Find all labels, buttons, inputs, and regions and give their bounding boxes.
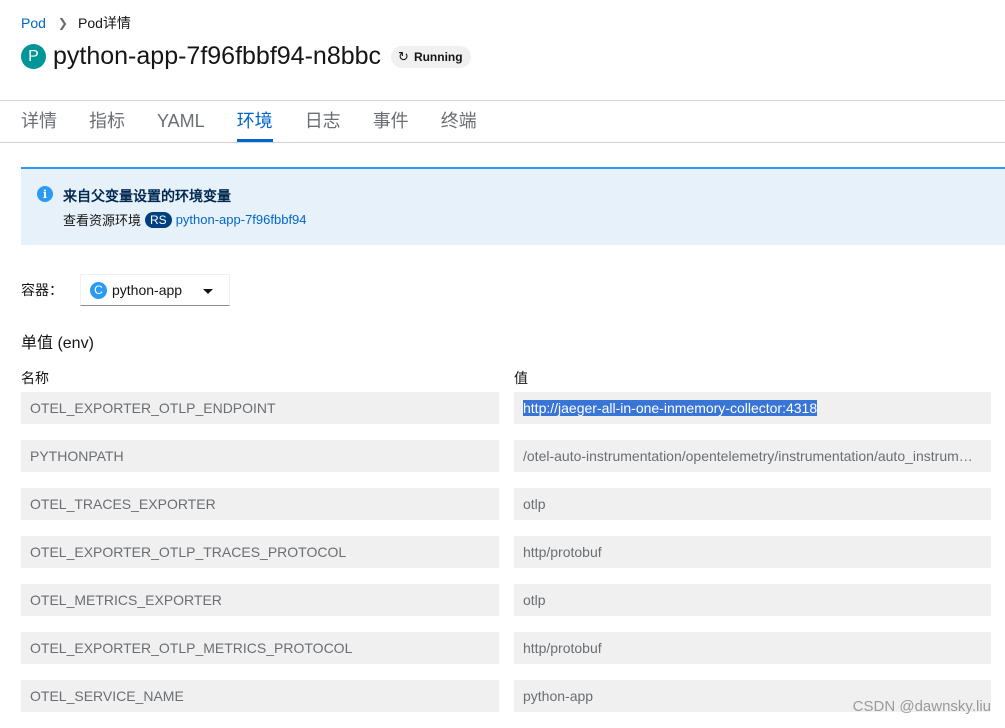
- page-header: P python-app-7f96fbbf94-n8bbc ↻ Running: [21, 42, 471, 71]
- sync-icon: ↻: [398, 48, 409, 64]
- tab-yaml[interactable]: YAML: [157, 101, 205, 141]
- pod-resource-badge: P: [21, 44, 46, 69]
- env-value-field[interactable]: /otel-auto-instrumentation/opentelemetry…: [514, 440, 991, 472]
- env-row: OTEL_EXPORTER_OTLP_ENDPOINT http://jaege…: [21, 392, 991, 424]
- status-badge: ↻ Running: [391, 45, 471, 68]
- env-name-field[interactable]: PYTHONPATH: [21, 440, 499, 472]
- container-selector-row: 容器： C python-app: [21, 274, 230, 306]
- env-row: PYTHONPATH /otel-auto-instrumentation/op…: [21, 440, 991, 472]
- breadcrumb: Pod ❯ Pod详情: [21, 13, 131, 33]
- env-name-field[interactable]: OTEL_SERVICE_NAME: [21, 680, 499, 712]
- info-icon: i: [37, 186, 53, 202]
- breadcrumb-link-pod[interactable]: Pod: [21, 15, 46, 31]
- column-header-name: 名称: [21, 370, 49, 386]
- env-row: OTEL_METRICS_EXPORTER otlp: [21, 584, 991, 616]
- env-value-field[interactable]: http/protobuf: [514, 536, 991, 568]
- env-row: OTEL_EXPORTER_OTLP_TRACES_PROTOCOL http/…: [21, 536, 991, 568]
- replicaset-link[interactable]: python-app-7f96fbbf94: [176, 212, 307, 227]
- env-value-field[interactable]: http://jaeger-all-in-one-inmemory-collec…: [514, 392, 991, 424]
- tab-details[interactable]: 详情: [21, 101, 57, 141]
- container-label: 容器：: [21, 282, 63, 298]
- chevron-right-icon: ❯: [57, 16, 68, 30]
- caret-down-icon: [203, 289, 213, 294]
- tab-events[interactable]: 事件: [373, 101, 409, 141]
- status-label: Running: [413, 49, 463, 64]
- env-name-field[interactable]: OTEL_EXPORTER_OTLP_TRACES_PROTOCOL: [21, 536, 499, 568]
- tabs-divider: [0, 142, 1005, 143]
- env-row: OTEL_EXPORTER_OTLP_METRICS_PROTOCOL http…: [21, 632, 991, 664]
- env-value-field[interactable]: otlp: [514, 584, 991, 616]
- container-badge: C: [90, 281, 107, 299]
- container-select[interactable]: C python-app: [80, 274, 230, 306]
- page-title: python-app-7f96fbbf94-n8bbc: [53, 42, 382, 70]
- env-list: OTEL_EXPORTER_OTLP_ENDPOINT http://jaege…: [21, 392, 991, 728]
- tab-environment[interactable]: 环境: [236, 101, 273, 142]
- section-title: 单值 (env): [21, 335, 94, 352]
- alert-body-text: 查看资源环境: [63, 213, 142, 228]
- env-name-field[interactable]: OTEL_METRICS_EXPORTER: [21, 584, 499, 616]
- alert-accent-bar: [21, 167, 1005, 169]
- tab-logs[interactable]: 日志: [305, 101, 341, 141]
- env-name-field[interactable]: OTEL_EXPORTER_OTLP_ENDPOINT: [21, 392, 499, 424]
- selected-text: http://jaeger-all-in-one-inmemory-collec…: [523, 400, 818, 416]
- alert-title: 来自父变量设置的环境变量: [63, 188, 231, 204]
- info-alert: i 来自父变量设置的环境变量 查看资源环境 RS python-app-7f96…: [21, 167, 1005, 245]
- tab-bar: 详情 指标 YAML 环境 日志 事件 终端: [21, 101, 509, 142]
- breadcrumb-current: Pod详情: [77, 15, 131, 31]
- column-header-value: 值: [514, 370, 528, 386]
- env-row: OTEL_SERVICE_NAME python-app: [21, 680, 991, 712]
- tab-terminal[interactable]: 终端: [441, 101, 477, 141]
- tab-metrics[interactable]: 指标: [89, 101, 125, 141]
- env-name-field[interactable]: OTEL_TRACES_EXPORTER: [21, 488, 499, 520]
- env-row: OTEL_TRACES_EXPORTER otlp: [21, 488, 991, 520]
- env-name-field[interactable]: OTEL_EXPORTER_OTLP_METRICS_PROTOCOL: [21, 632, 499, 664]
- replicaset-badge: RS: [145, 211, 172, 228]
- env-value-field[interactable]: otlp: [514, 488, 991, 520]
- container-select-value: python-app: [112, 282, 183, 298]
- watermark: CSDN @dawnsky.liu: [852, 698, 991, 715]
- env-value-field[interactable]: http/protobuf: [514, 632, 991, 664]
- alert-body: 查看资源环境 RS python-app-7f96fbbf94: [63, 210, 307, 229]
